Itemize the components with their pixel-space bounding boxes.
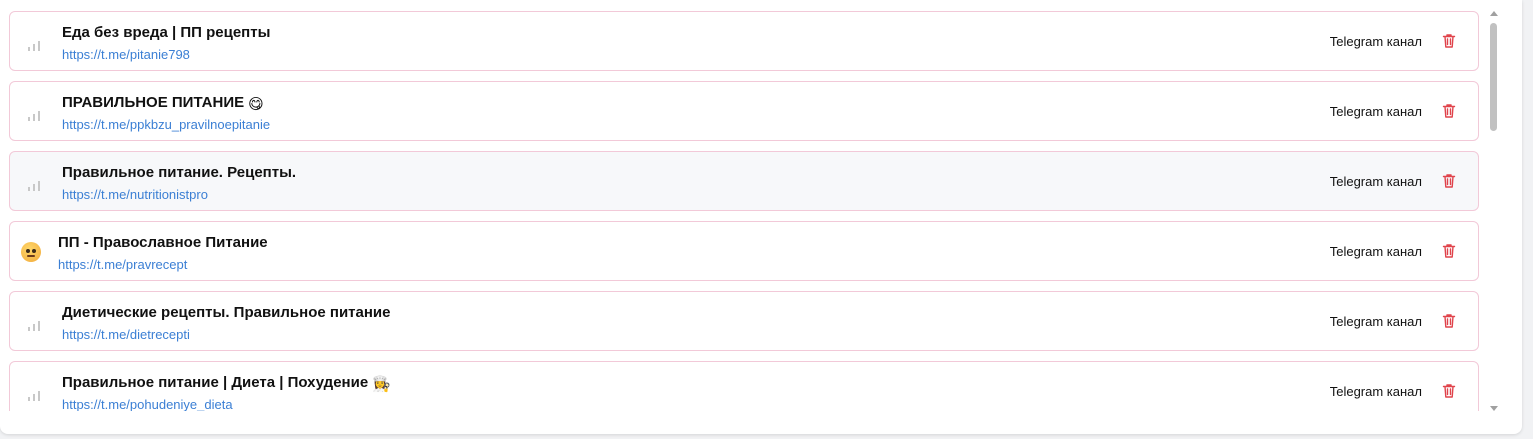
scrollbar-thumb[interactable]: [1490, 23, 1497, 131]
trash-icon[interactable]: [1440, 382, 1458, 400]
channel-title: ПП - Православное Питание: [58, 234, 268, 251]
channel-link[interactable]: https://t.me/pitanie798: [62, 47, 190, 62]
signal-icon: [25, 103, 43, 121]
channel-title: ПРАВИЛЬНОЕ ПИТАНИЕ 😋: [62, 94, 264, 113]
channel-title: Правильное питание | Диета | Похудение 👩‍…: [62, 374, 391, 393]
channel-row[interactable]: Еда без вреда | ПП рецепты https://t.me/…: [9, 11, 1479, 71]
channel-type: Telegram канал: [1329, 384, 1422, 399]
channel-row[interactable]: ПРАВИЛЬНОЕ ПИТАНИЕ 😋 https://t.me/ppkbzu_…: [9, 81, 1479, 141]
channel-row[interactable]: Правильное питание | Диета | Похудение 👩‍…: [9, 361, 1479, 411]
channel-title: Еда без вреда | ПП рецепты: [62, 24, 271, 41]
channel-link[interactable]: https://t.me/pravrecept: [58, 257, 187, 272]
channel-type: Telegram канал: [1329, 244, 1422, 259]
title-emoji: 👩‍🍳: [372, 376, 391, 393]
channel-link[interactable]: https://t.me/dietrecepti: [62, 327, 190, 342]
face-emoji-icon: [21, 242, 41, 262]
trash-icon[interactable]: [1440, 312, 1458, 330]
channel-type: Telegram канал: [1329, 104, 1422, 119]
scroll-down-arrow-icon[interactable]: [1490, 406, 1498, 411]
trash-icon[interactable]: [1440, 102, 1458, 120]
channel-row[interactable]: Правильное питание. Рецепты. https://t.m…: [9, 151, 1479, 211]
channel-row[interactable]: Диетические рецепты. Правильное питание …: [9, 291, 1479, 351]
channel-list-panel: Еда без вреда | ПП рецепты https://t.me/…: [0, 0, 1522, 434]
channel-link[interactable]: https://t.me/ppkbzu_pravilnoepitanie: [62, 117, 270, 132]
scroll-up-arrow-icon[interactable]: [1490, 11, 1498, 16]
channel-type: Telegram канал: [1329, 34, 1422, 49]
signal-icon: [25, 313, 43, 331]
trash-icon[interactable]: [1440, 172, 1458, 190]
channel-row[interactable]: ПП - Православное Питание https://t.me/p…: [9, 221, 1479, 281]
trash-icon[interactable]: [1440, 32, 1458, 50]
channel-title: Правильное питание. Рецепты.: [62, 164, 297, 181]
trash-icon[interactable]: [1440, 242, 1458, 260]
signal-icon: [25, 173, 43, 191]
signal-icon: [25, 33, 43, 51]
title-emoji: 😋: [248, 96, 264, 113]
channel-type: Telegram канал: [1329, 174, 1422, 189]
channel-title: Диетические рецепты. Правильное питание: [62, 304, 391, 321]
channel-link[interactable]: https://t.me/nutritionistpro: [62, 187, 208, 202]
vertical-scrollbar[interactable]: [1489, 11, 1499, 411]
channel-list[interactable]: Еда без вреда | ПП рецепты https://t.me/…: [9, 11, 1481, 411]
channel-type: Telegram канал: [1329, 314, 1422, 329]
signal-icon: [25, 383, 43, 401]
channel-link[interactable]: https://t.me/pohudeniye_dieta: [62, 397, 233, 411]
